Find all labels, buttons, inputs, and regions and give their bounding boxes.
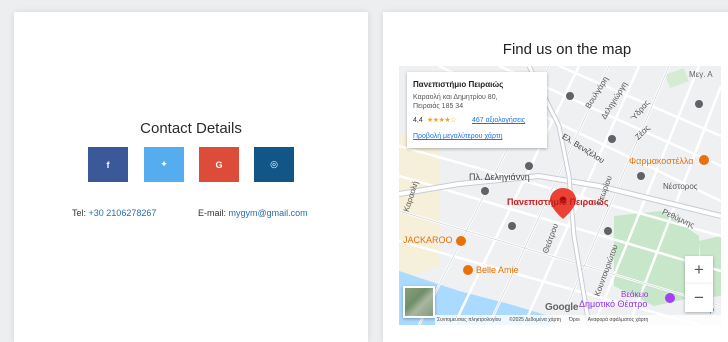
view-larger-map-link[interactable]: Προβολή μεγαλύτερου χάρτη — [413, 133, 503, 140]
info-place-name: Πανεπιστήμιο Πειραιώς — [413, 80, 504, 89]
satellite-toggle-button[interactable] — [403, 286, 435, 318]
report-error-link[interactable]: Αναφορά σφάλματος χάρτη — [588, 317, 649, 323]
facebook-icon: f — [106, 159, 110, 170]
street-nestoros: Νέστορος — [663, 182, 698, 191]
farmakostella-marker[interactable] — [699, 155, 709, 165]
pin-label[interactable]: Πανεπιστήμιο Πειραιώς — [507, 197, 609, 207]
info-rating: 4,4 — [413, 117, 423, 124]
email-link[interactable]: mygym@gmail.com — [229, 208, 308, 218]
terms-link[interactable]: Όροι — [569, 317, 580, 323]
email-label: E-mail: — [198, 208, 227, 218]
map-footer: Συντομεύσεις πληκτρολογίου ©2025 Δεδομέν… — [435, 315, 721, 325]
contact-card: Contact Details f ✦ G ◎ Tel: +30 2106278… — [14, 12, 368, 342]
embedded-map[interactable]: Βουλγάρη Δεληγιώργη Ύδρας Νέστορος Ζέας … — [399, 66, 721, 325]
keyboard-shortcuts-link[interactable]: Συντομεύσεις πληκτρολογίου — [437, 317, 501, 323]
place-info-card: Πανεπιστήμιο Πειραιώς Καραολή και Δημητρ… — [407, 72, 547, 148]
facebook-button[interactable]: f — [88, 147, 128, 182]
phone-link[interactable]: +30 2106278267 — [89, 208, 157, 218]
twitter-button[interactable]: ✦ — [144, 147, 184, 182]
phone-label: Tel: — [72, 208, 87, 218]
email-line: E-mail: mygym@gmail.com — [198, 208, 308, 218]
belle-amie-marker[interactable] — [463, 265, 473, 275]
info-reviews-link[interactable]: 467 αξιολογήσεις — [472, 117, 525, 124]
contact-title: Contact Details — [140, 120, 242, 137]
place-farmakostella[interactable]: Φαρμακοστέλλα — [629, 156, 693, 166]
theatre-marker[interactable] — [665, 293, 675, 303]
star-rating-icon: ★★★★☆ — [427, 117, 456, 124]
map-data-text: ©2025 Δεδομένα χάρτη — [509, 317, 562, 323]
jackaroo-marker[interactable] — [456, 236, 466, 246]
google-icon: G — [215, 159, 223, 170]
instagram-icon: ◎ — [270, 159, 278, 169]
place-theatre-line2[interactable]: Δημοτικό Θέατρο — [579, 299, 647, 309]
info-address-line1: Καραολή και Δημητρίου 80, — [413, 94, 498, 101]
zoom-in-button[interactable]: + — [685, 256, 713, 284]
info-address-line2: Πειραιάς 185 34 — [413, 103, 464, 110]
map-title: Find us on the map — [502, 41, 632, 58]
zoom-out-button[interactable]: − — [685, 284, 713, 312]
place-deligianni: Πλ. Δεληγιάννη — [469, 172, 530, 182]
instagram-button[interactable]: ◎ — [254, 147, 294, 182]
google-button[interactable]: G — [199, 147, 239, 182]
place-meg: Μεγ. Α — [689, 70, 713, 79]
place-theatre-line1[interactable]: Βεάκειο — [621, 290, 648, 299]
plus-icon: + — [694, 260, 704, 279]
phone-line: Tel: +30 2106278267 — [72, 208, 156, 218]
google-logo: Google — [545, 302, 579, 313]
place-jackaroo[interactable]: JACKAROO — [403, 235, 453, 245]
minus-icon: − — [694, 288, 704, 307]
map-card: Find us on the map Βουλγάρη Δεληγιώργη Ύ… — [383, 12, 728, 342]
twitter-icon: ✦ — [160, 159, 168, 169]
place-belle-amie[interactable]: Belle Amie — [476, 265, 519, 275]
